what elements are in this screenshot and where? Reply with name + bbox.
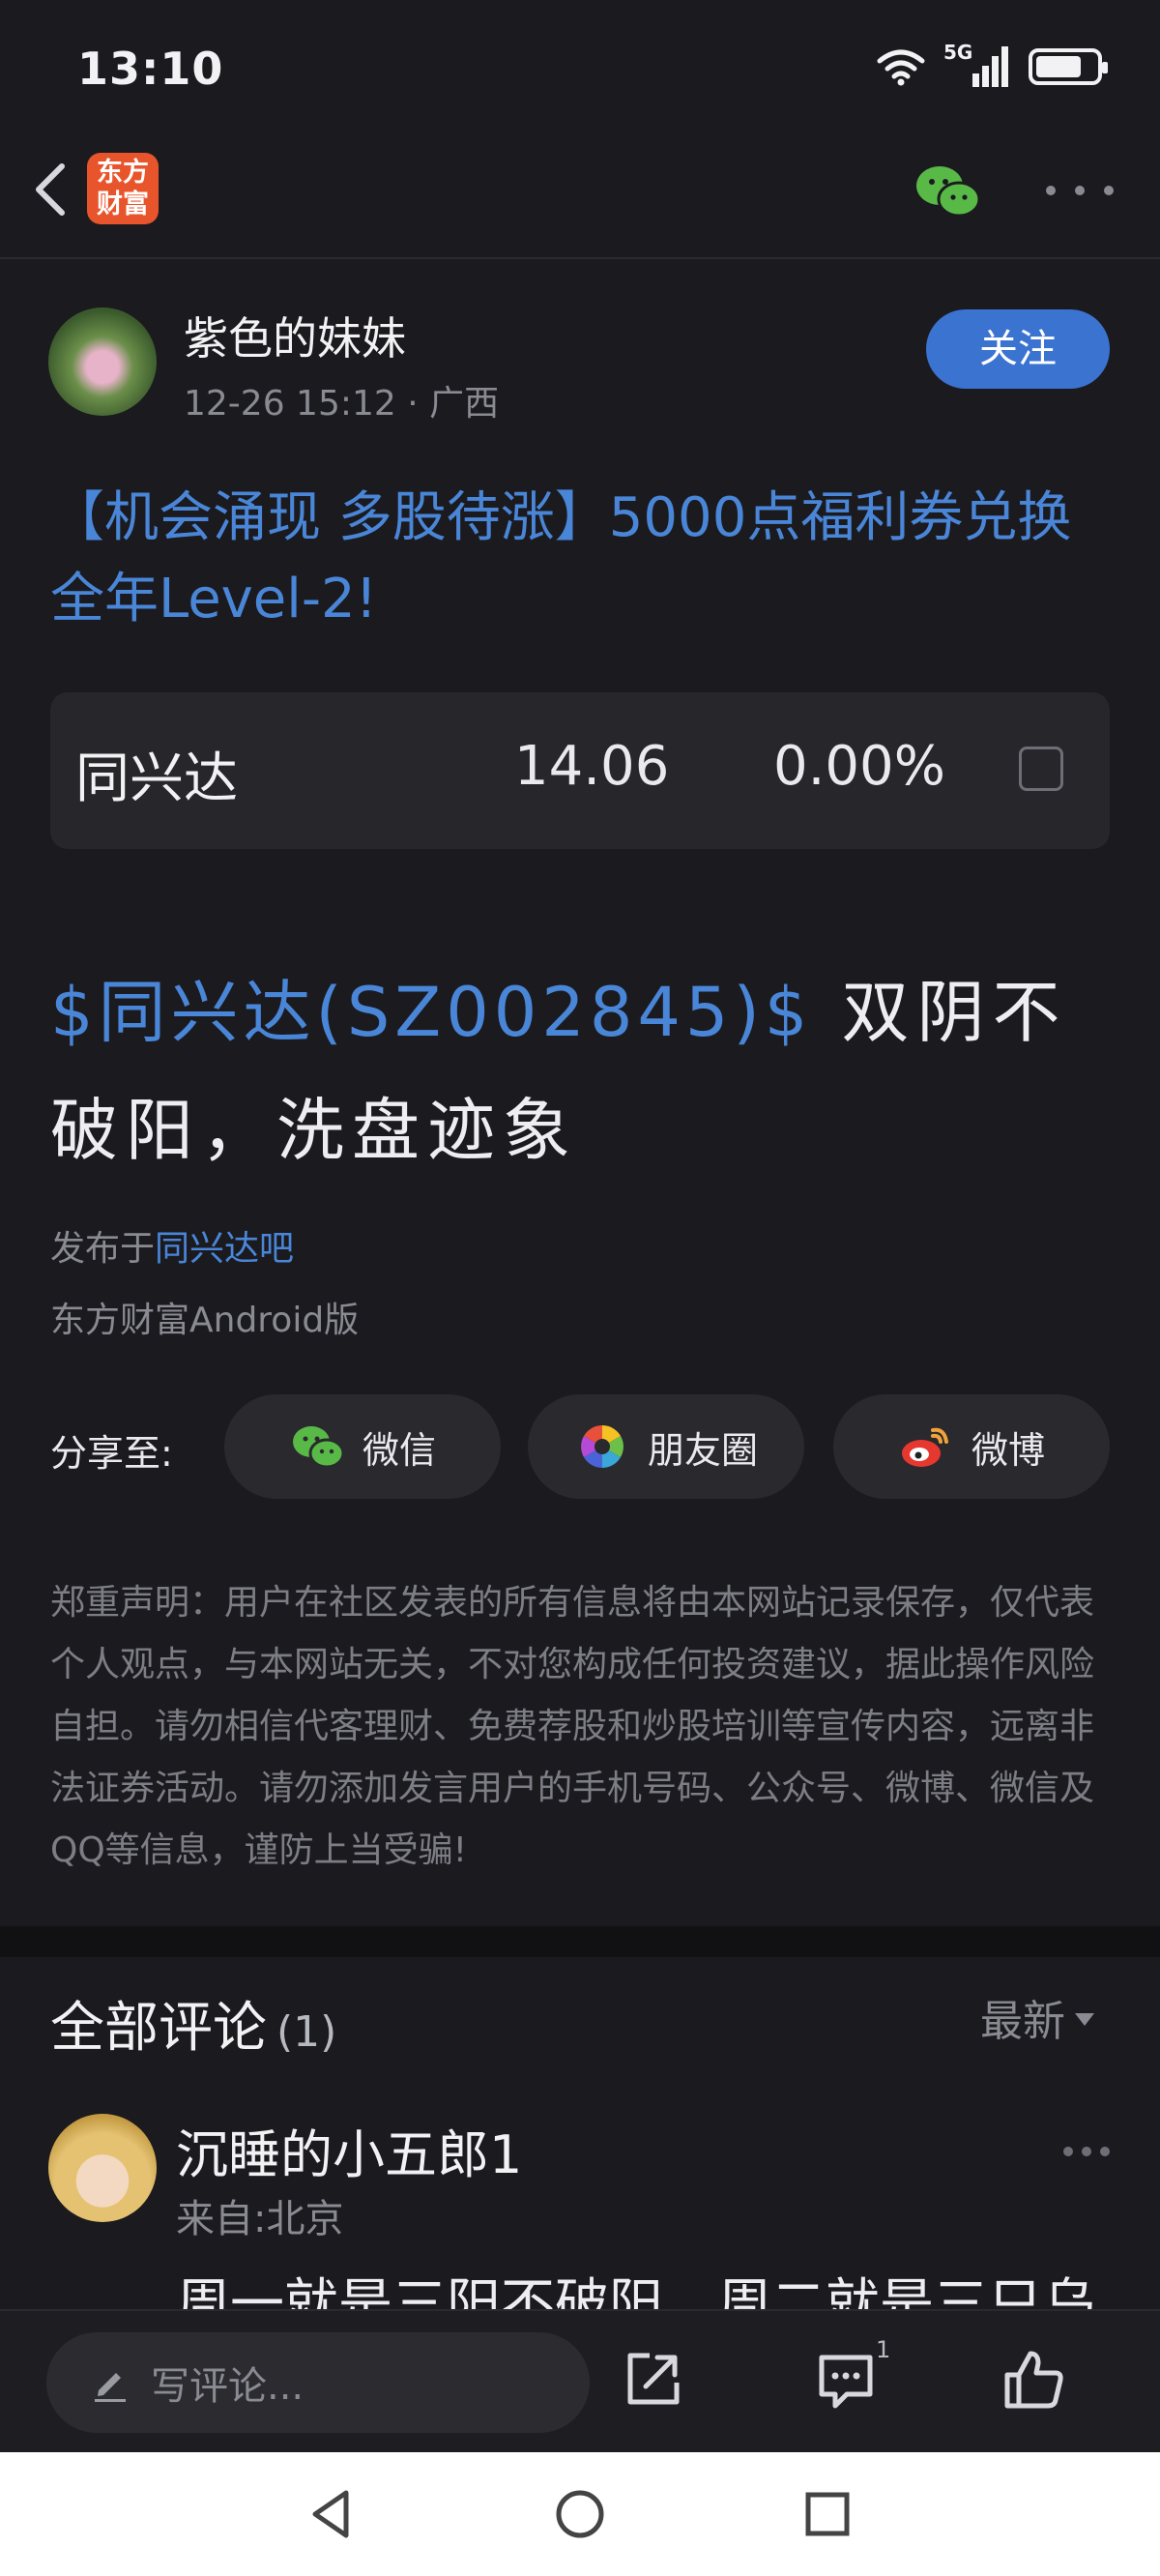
share-moments-label: 朋友圈	[647, 1428, 758, 1472]
system-recents-icon[interactable]	[797, 2483, 858, 2545]
stock-price: 14.06	[514, 735, 670, 798]
published-prefix: 发布于	[50, 1229, 156, 1269]
section-divider	[0, 1926, 1160, 1957]
stock-bar-link[interactable]: 同兴达吧	[155, 1229, 294, 1269]
comment-input[interactable]: 写评论...	[46, 2332, 590, 2433]
wifi-icon	[877, 49, 925, 86]
follow-button[interactable]: 关注	[926, 309, 1110, 389]
wechat-icon	[292, 1426, 345, 1469]
status-bar: 13:10 5G	[0, 0, 1160, 135]
share-out-icon[interactable]	[619, 2346, 686, 2414]
author-avatar[interactable]	[48, 307, 157, 416]
commenter-location: 来自:北京	[176, 2197, 344, 2241]
post-meta: 12-26 15:12 · 广西	[184, 384, 500, 424]
system-navigation-bar	[0, 2452, 1160, 2576]
comment-count-badge: 1	[876, 2336, 891, 2363]
published-info: 发布于同兴达吧	[50, 1220, 294, 1271]
comment-more-icon[interactable]	[1063, 2147, 1110, 2158]
share-moments-button[interactable]: 朋友圈	[528, 1394, 804, 1499]
stock-change: 0.00%	[773, 735, 945, 798]
pen-icon	[95, 2373, 126, 2402]
thumbs-up-icon[interactable]	[1000, 2346, 1067, 2414]
app-logo[interactable]: 东方财富	[87, 153, 159, 224]
comments-title: 全部评论	[50, 1997, 267, 2060]
post-body: $同兴达(SZ002845)$ 双阴不破阳，洗盘迹象	[50, 953, 1119, 1189]
stock-link[interactable]: $同兴达(SZ002845)$	[50, 973, 812, 1052]
comments-count: (1)	[276, 2007, 337, 2057]
author-name[interactable]: 紫色的妹妹	[184, 304, 406, 367]
disclaimer-text: 郑重声明：用户在社区发表的所有信息将由本网站记录保存，仅代表个人观点，与本网站无…	[50, 1583, 1095, 1870]
system-home-icon[interactable]	[549, 2483, 611, 2545]
stock-quote-card[interactable]: 同兴达 14.06 0.00%	[50, 692, 1110, 849]
caret-down-icon	[1075, 2012, 1094, 2026]
client-info: 东方财富Android版	[50, 1301, 360, 1340]
comments-header: 全部评论 (1)	[50, 1984, 336, 2063]
commenter-avatar[interactable]	[48, 2114, 157, 2222]
status-time: 13:10	[77, 43, 224, 95]
weibo-icon	[901, 1427, 948, 1467]
add-watchlist-checkbox[interactable]	[1019, 746, 1063, 791]
share-weibo-label: 微博	[971, 1428, 1045, 1472]
share-wechat-label: 微信	[362, 1428, 436, 1472]
stock-name: 同兴达	[75, 747, 238, 810]
comment-input-placeholder: 写评论...	[151, 2364, 304, 2409]
back-arrow-icon[interactable]	[21, 155, 79, 224]
battery-icon	[1029, 48, 1108, 85]
comment-bubble-icon[interactable]	[812, 2346, 880, 2414]
status-icons: 5G	[876, 41, 1108, 89]
share-wechat-button[interactable]: 微信	[224, 1394, 501, 1499]
share-label: 分享至:	[50, 1432, 173, 1475]
cellular-signal-icon: 5G	[943, 41, 1011, 89]
post-title[interactable]: 【机会涌现 多股待涨】5000点福利券兑换全年Level-2!	[50, 478, 1123, 640]
comment-sort-label: 最新	[980, 1997, 1065, 2046]
wechat-icon[interactable]	[913, 162, 982, 220]
commenter-name[interactable]: 沉睡的小五郎1	[176, 2112, 522, 2188]
bottom-action-bar: 写评论... 1	[0, 2309, 1160, 2454]
post-detail-screen: 13:10 5G 东方财富 紫色的妹妹 12-26 15:12 · 广西 关注 …	[0, 0, 1160, 2576]
share-weibo-button[interactable]: 微博	[833, 1394, 1110, 1499]
comment-sort-dropdown[interactable]: 最新	[980, 1986, 1094, 2048]
moments-aperture-icon	[581, 1425, 624, 1468]
system-back-icon[interactable]	[302, 2483, 363, 2545]
top-navigation-bar: 东方财富	[0, 135, 1160, 259]
more-options-icon[interactable]	[1046, 176, 1114, 205]
